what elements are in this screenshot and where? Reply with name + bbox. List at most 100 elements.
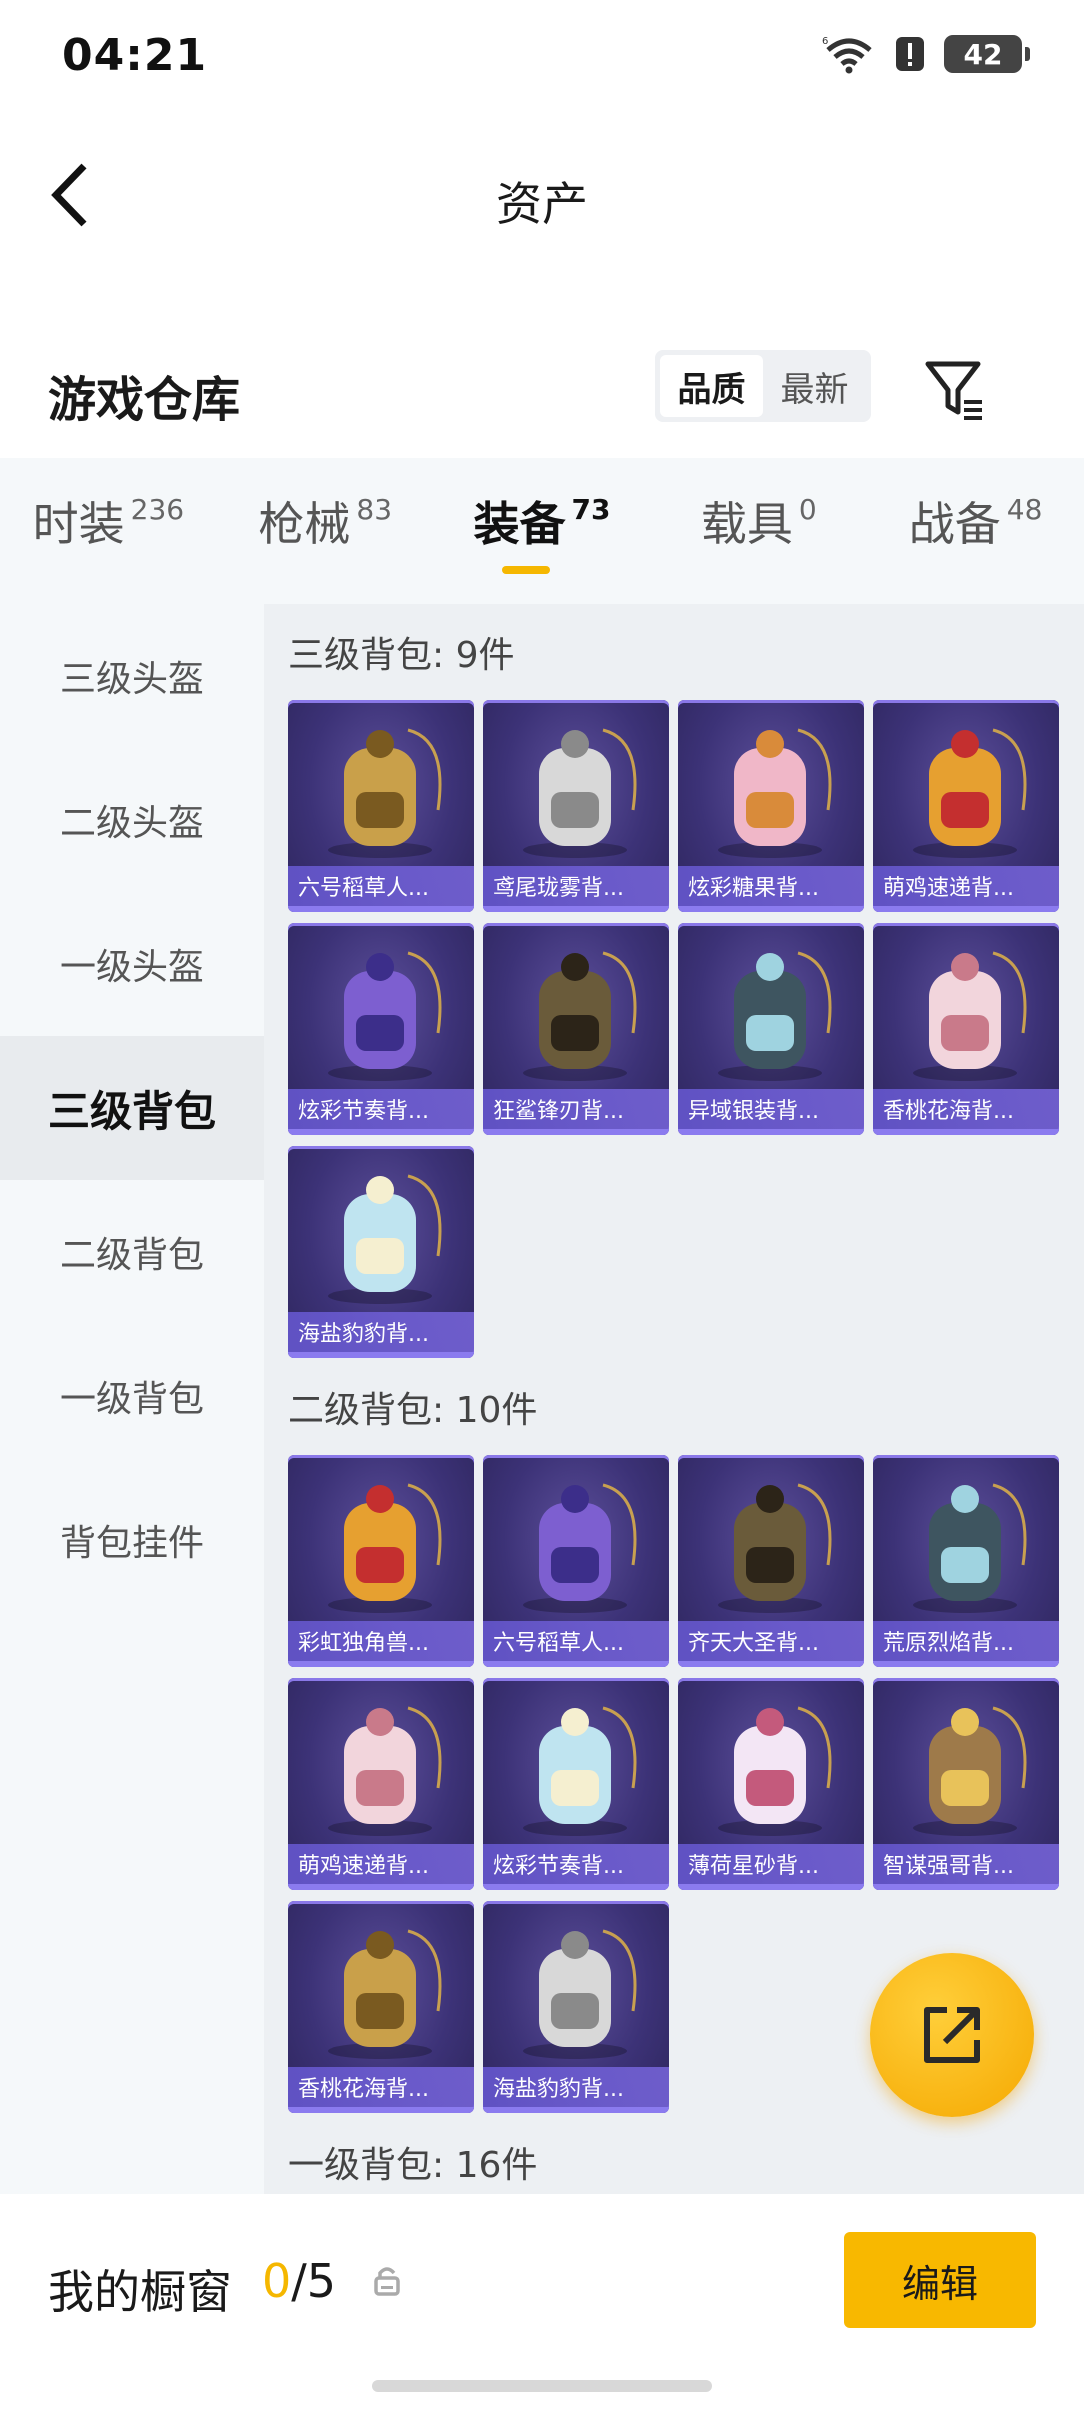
backpack-image — [483, 1901, 669, 2069]
share-icon — [924, 2007, 980, 2063]
tab-label: 时装 — [32, 497, 125, 551]
home-indicator[interactable] — [372, 2380, 712, 2392]
item-card[interactable]: 六号稻草人... — [483, 1455, 669, 1667]
rarity-bar — [873, 1661, 1059, 1667]
showcase-total: /5 — [291, 2254, 337, 2308]
tab-label: 战备 — [908, 497, 1001, 551]
item-card[interactable]: 香桃花海背... — [288, 1901, 474, 2113]
backpack-image — [288, 1146, 474, 1314]
sidebar-item-helmet-2[interactable]: 二级头盔 — [0, 748, 264, 892]
tab-count: 0 — [798, 492, 817, 526]
filter-button[interactable] — [920, 354, 990, 424]
item-name: 六号稻草人... — [483, 1621, 669, 1661]
backpack-image — [483, 700, 669, 868]
status-time: 04:21 — [62, 30, 208, 81]
item-name: 六号稻草人... — [288, 866, 474, 906]
svg-text:6: 6 — [822, 36, 828, 47]
item-card[interactable]: 六号稻草人... — [288, 700, 474, 912]
wifi-icon: 6 — [822, 34, 876, 74]
item-name: 鸢尾珑雾背... — [483, 866, 669, 906]
item-card[interactable]: 萌鸡速递背... — [288, 1678, 474, 1890]
item-card[interactable]: 鸢尾珑雾背... — [483, 700, 669, 912]
sidebar-item-backpack-charm[interactable]: 背包挂件 — [0, 1468, 264, 1612]
item-name: 萌鸡速递背... — [873, 866, 1059, 906]
item-card[interactable]: 薄荷星砂背... — [678, 1678, 864, 1890]
rarity-bar — [483, 1884, 669, 1890]
sidebar-item-backpack-3[interactable]: 三级背包 — [0, 1036, 264, 1180]
rarity-bar — [483, 906, 669, 912]
item-card[interactable]: 异域银装背... — [678, 923, 864, 1135]
warehouse-title: 游戏仓库 — [48, 372, 241, 428]
section-title: 二级背包: 10件 — [288, 1390, 538, 1431]
backpack-image — [873, 700, 1059, 868]
rarity-bar — [678, 1129, 864, 1135]
item-card[interactable]: 海盐豹豹背... — [288, 1146, 474, 1358]
backpack-image — [678, 700, 864, 868]
item-name: 彩虹独角兽... — [288, 1621, 474, 1661]
tab-weapons[interactable]: 枪械 83 — [217, 458, 434, 604]
item-name: 萌鸡速递背... — [288, 1844, 474, 1884]
sidebar-item-backpack-1[interactable]: 一级背包 — [0, 1324, 264, 1468]
backpack-image — [483, 923, 669, 1091]
tab-equipment[interactable]: 装备 73 — [434, 458, 651, 604]
tab-fashion[interactable]: 时装 236 — [0, 458, 217, 604]
lock-icon — [372, 2264, 402, 2302]
item-name: 薄荷星砂背... — [678, 1844, 864, 1884]
item-name: 炫彩糖果背... — [678, 866, 864, 906]
item-name: 齐天大圣背... — [678, 1621, 864, 1661]
backpack-image — [288, 700, 474, 868]
category-tabs: 时装 236 枪械 83 装备 73 载具 0 战备 48 — [0, 458, 1084, 604]
item-card[interactable]: 狂鲨锋刃背... — [483, 923, 669, 1135]
rarity-bar — [483, 1129, 669, 1135]
backpack-image — [678, 923, 864, 1091]
item-name: 荒原烈焰背... — [873, 1621, 1059, 1661]
item-name: 香桃花海背... — [873, 1089, 1059, 1129]
item-name: 香桃花海背... — [288, 2067, 474, 2107]
item-card[interactable]: 彩虹独角兽... — [288, 1455, 474, 1667]
tab-supplies[interactable]: 战备 48 — [867, 458, 1084, 604]
sidebar-item-helmet-1[interactable]: 一级头盔 — [0, 892, 264, 1036]
item-card[interactable]: 齐天大圣背... — [678, 1455, 864, 1667]
status-icons: 6 42 — [822, 34, 1030, 74]
backpack-image — [678, 1455, 864, 1623]
section-title: 一级背包: 16件 — [288, 2145, 538, 2186]
rarity-bar — [678, 1661, 864, 1667]
rarity-bar — [288, 906, 474, 912]
edit-button[interactable]: 编辑 — [844, 2232, 1036, 2328]
item-card[interactable]: 炫彩节奏背... — [483, 1678, 669, 1890]
item-card[interactable]: 荒原烈焰背... — [873, 1455, 1059, 1667]
tab-vehicles[interactable]: 载具 0 — [650, 458, 867, 604]
rarity-bar — [483, 2107, 669, 2113]
item-card[interactable]: 海盐豹豹背... — [483, 1901, 669, 2113]
tab-count: 48 — [1006, 492, 1043, 526]
backpack-image — [678, 1678, 864, 1846]
sort-quality-option[interactable]: 品质 — [660, 355, 763, 417]
page-title: 资产 — [496, 177, 588, 231]
backpack-image — [483, 1678, 669, 1846]
rarity-bar — [288, 1129, 474, 1135]
backpack-image — [288, 1901, 474, 2069]
rarity-bar — [873, 906, 1059, 912]
item-card[interactable]: 炫彩节奏背... — [288, 923, 474, 1135]
sort-newest-option[interactable]: 最新 — [763, 355, 866, 417]
item-card[interactable]: 智谋强哥背... — [873, 1678, 1059, 1890]
section-title: 三级背包: 9件 — [288, 635, 515, 676]
rarity-bar — [678, 906, 864, 912]
item-card[interactable]: 香桃花海背... — [873, 923, 1059, 1135]
tab-count: 236 — [130, 492, 185, 526]
item-card[interactable]: 萌鸡速递背... — [873, 700, 1059, 912]
sidebar-item-helmet-3[interactable]: 三级头盔 — [0, 604, 264, 748]
tab-label: 枪械 — [258, 497, 351, 551]
sort-toggle: 品质 最新 — [655, 350, 871, 422]
app-header: 资产 — [0, 110, 1084, 280]
sidebar-item-backpack-2[interactable]: 二级背包 — [0, 1180, 264, 1324]
filter-icon — [925, 361, 982, 420]
rarity-bar — [678, 1884, 864, 1890]
subcategory-sidebar: 三级头盔 二级头盔 一级头盔 三级背包 二级背包 一级背包 背包挂件 — [0, 604, 264, 2194]
backpack-image — [288, 1455, 474, 1623]
item-card[interactable]: 炫彩糖果背... — [678, 700, 864, 912]
tab-count: 73 — [571, 492, 611, 526]
rarity-bar — [873, 1129, 1059, 1135]
tab-label: 装备 — [473, 497, 566, 551]
share-button[interactable] — [870, 1953, 1034, 2117]
